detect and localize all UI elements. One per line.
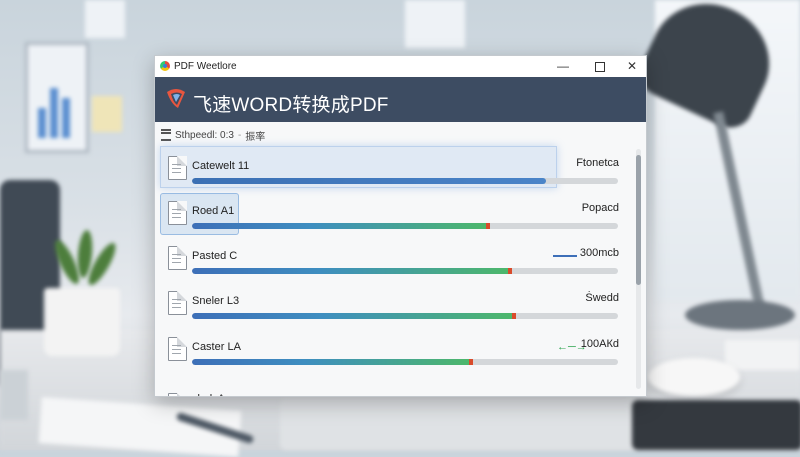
progress-track	[192, 223, 618, 229]
progress-track	[192, 359, 618, 365]
file-row[interactable]: Roed A1 Popacd	[155, 193, 646, 236]
document-icon	[168, 291, 187, 315]
app-logo-icon	[167, 89, 185, 108]
progress-fill	[192, 359, 474, 365]
background-lamp-base	[685, 300, 795, 330]
file-name: Roed A1	[192, 205, 235, 217]
close-button[interactable]: ✕	[616, 56, 646, 77]
file-row[interactable]: Pasted C 300mcb	[155, 241, 646, 281]
file-status: 300mcb	[579, 247, 619, 259]
speed-label: Sthpeedl: 0:3	[175, 129, 234, 141]
background-poster	[405, 0, 465, 48]
scrollbar-thumb[interactable]	[636, 155, 641, 285]
file-row[interactable]: Catewelt 11 Ftonetca	[155, 146, 646, 191]
toolbar: Sthpeedl: 0:3 - 振率	[161, 128, 265, 143]
file-status: Ftonetca	[576, 157, 619, 169]
background-sticky-note	[92, 96, 122, 132]
progress-track	[192, 268, 618, 274]
file-row[interactable]: Caster LA 100АКd ←─→	[155, 332, 646, 372]
minimize-button[interactable]: —	[547, 56, 579, 77]
browser-app-icon	[160, 61, 170, 71]
file-row[interactable]: Sneler L3 Ṡwedd	[155, 286, 646, 326]
file-status: Popacd	[581, 202, 619, 214]
background-tray	[0, 370, 28, 420]
app-title: 飞速WORD转换成PDF	[193, 95, 389, 116]
file-name: Catewelt 11	[192, 160, 250, 172]
document-icon	[168, 393, 187, 396]
maximize-button[interactable]	[584, 56, 616, 77]
progress-tip	[507, 268, 512, 274]
window-title: PDF Weetlore	[174, 61, 237, 72]
background-mouse	[648, 358, 740, 396]
app-header: 飞速WORD转换成PDF	[155, 77, 646, 122]
document-icon	[168, 337, 187, 361]
background-plant-pot	[44, 288, 120, 356]
progress-fill	[192, 223, 491, 229]
size-indicator-line	[553, 255, 577, 257]
progress-track	[192, 313, 618, 319]
app-window: PDF Weetlore — ✕ 飞速WORD转换成PDF Sthpeedl: …	[154, 55, 647, 397]
file-name: slark A	[192, 393, 225, 396]
file-name: Pasted C	[192, 250, 238, 262]
title-bar[interactable]: PDF Weetlore — ✕	[155, 56, 646, 77]
progress-fill	[192, 268, 512, 274]
file-list: Catewelt 11 Ftonetca Roed A1 Popacd Pasted C…	[155, 146, 646, 396]
background-wall-note	[85, 0, 125, 38]
file-name: Caster LA	[192, 341, 241, 353]
progress-fill	[192, 313, 516, 319]
list-view-icon[interactable]	[161, 129, 171, 141]
progress-tip	[511, 313, 516, 319]
background-keyboard-dark	[632, 400, 800, 450]
toolbar-secondary-label[interactable]: 振率	[245, 128, 265, 143]
toolbar-separator: -	[237, 129, 242, 141]
progress-tip	[469, 359, 474, 365]
background-wall-frame	[25, 42, 89, 153]
background-keyboard	[280, 398, 640, 450]
maximize-icon	[595, 62, 605, 72]
document-icon	[168, 201, 187, 225]
file-status: Ṡwedd	[585, 292, 619, 304]
progress-track	[192, 178, 618, 184]
background-book	[725, 340, 800, 370]
transfer-arrow-icon: ←─→	[557, 341, 587, 353]
file-name: Sneler L3	[192, 295, 240, 307]
document-icon	[168, 246, 187, 270]
progress-fill	[192, 178, 546, 184]
file-row[interactable]: slark A	[155, 378, 646, 396]
scrollbar[interactable]	[636, 149, 641, 389]
progress-tip	[486, 223, 491, 229]
document-icon	[168, 156, 187, 180]
